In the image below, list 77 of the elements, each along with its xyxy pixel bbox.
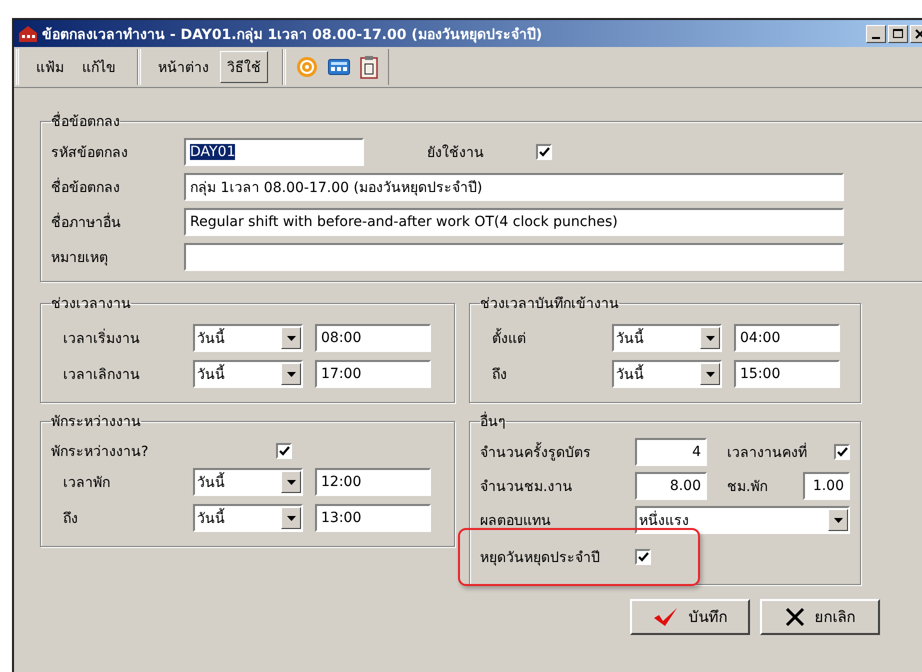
time-field[interactable]: 13:00: [315, 504, 431, 532]
dropdown-arrow-button[interactable]: [828, 509, 848, 531]
checkbox[interactable]: [536, 144, 552, 160]
text-field[interactable]: Regular shift with before-and-after work OT(4 clock punches): [184, 208, 844, 236]
time-field[interactable]: 15:00: [734, 360, 840, 388]
dropdown[interactable]: วันนี้: [193, 360, 303, 388]
text-field[interactable]: กลุ่ม 1เวลา 08.00-17.00 (มองวันหยุดประจำปี): [184, 173, 844, 201]
calculator-icon[interactable]: [328, 59, 350, 75]
field-label: เวลาเลิกงาน: [62, 366, 141, 385]
field-label: เวลาเริ่มงาน: [51, 327, 181, 349]
field-label: ชื่อข้อตกลง: [51, 176, 184, 198]
dropdown[interactable]: วันนี้: [193, 468, 303, 496]
dropdown-arrow-button[interactable]: [281, 507, 301, 529]
time-field[interactable]: 04:00: [734, 324, 840, 352]
field-label: หมายเหตุ: [51, 249, 109, 268]
group-title: พักระหว่างงาน: [51, 413, 141, 432]
caret-icon: [286, 372, 296, 376]
maximize-button[interactable]: [888, 24, 908, 42]
dropdown[interactable]: หนึ่งแรง: [635, 506, 850, 534]
dropdown-arrow-button[interactable]: [700, 327, 720, 349]
menu-item[interactable]: หน้าต่าง: [151, 51, 216, 83]
field-label: จำนวนชม.งาน: [480, 478, 574, 497]
group-title: ช่วงเวลาบันทึกเข้างาน: [480, 295, 619, 314]
dropdown[interactable]: วันนี้: [193, 324, 303, 352]
checkbox-label: หยุดวันหยุดประจำปี: [480, 549, 601, 568]
text-field[interactable]: [184, 243, 844, 271]
code-field[interactable]: DAY01: [184, 138, 364, 166]
checkbox-label: ยังใช้งาน: [427, 144, 485, 163]
minimize-icon: [872, 36, 880, 38]
menu-item[interactable]: แก้ไข: [75, 51, 123, 83]
number-field[interactable]: 4: [635, 438, 707, 466]
time-field[interactable]: 17:00: [315, 360, 431, 388]
checkbox[interactable]: [635, 549, 651, 565]
field-label: ชื่อภาษาอื่น: [51, 211, 184, 233]
group-title: ช่วงเวลางาน: [51, 295, 131, 314]
dropdown[interactable]: วันนี้: [193, 504, 303, 532]
caret-icon: [706, 372, 714, 376]
caret-icon: [286, 336, 296, 340]
checkbox[interactable]: [834, 444, 850, 460]
window-title: ข้อตกลงเวลาทำงาน - DAY01.กลุ่ม 1เวลา 08.00-17.00 (มองวันหยุดประจำปี): [42, 26, 544, 44]
checkmark-icon: [652, 607, 678, 627]
dropdown[interactable]: วันนี้: [612, 324, 722, 352]
dropdown[interactable]: วันนี้: [612, 360, 722, 388]
field-label: ชม.พัก: [727, 478, 768, 497]
caret-icon: [834, 518, 842, 522]
dropdown-arrow-button[interactable]: [281, 327, 301, 349]
minimize-button[interactable]: [866, 24, 886, 42]
group-title: อื่นๆ: [480, 410, 506, 432]
dropdown-arrow-button[interactable]: [700, 363, 720, 385]
number-field[interactable]: 1.00: [803, 472, 850, 500]
cancel-button[interactable]: ยกเลิก: [760, 599, 880, 635]
caret-icon: [706, 336, 714, 340]
close-icon: [915, 28, 922, 38]
time-field[interactable]: 12:00: [315, 468, 431, 496]
number-field[interactable]: 8.00: [635, 472, 707, 500]
field-label: ตั้งแต่: [480, 327, 600, 349]
field-label: ถึง: [491, 366, 508, 385]
field-label: ถึง: [62, 510, 79, 529]
field-label: จำนวนครั้งรูดบัตร: [480, 441, 635, 463]
group-title: ชื่อข้อตกลง: [51, 110, 120, 132]
close-icon: [784, 607, 804, 627]
dropdown-arrow-button[interactable]: [281, 471, 301, 493]
calendar-icon[interactable]: [360, 55, 378, 79]
field-label: รหัสข้อตกลง: [51, 144, 129, 163]
building-icon: [18, 24, 38, 42]
save-button[interactable]: บันทึก: [630, 599, 750, 635]
menu-item[interactable]: แฟ้ม: [29, 51, 71, 83]
caret-icon: [286, 480, 296, 484]
checkbox-label: พักระหว่างงาน?: [51, 443, 150, 462]
maximize-icon: [893, 28, 903, 38]
menu-item[interactable]: วิธีใช้: [220, 51, 268, 83]
field-label: เวลาพัก: [62, 474, 111, 493]
field-label: ผลตอบแทน: [480, 512, 552, 531]
caret-icon: [286, 516, 296, 520]
dropdown-arrow-button[interactable]: [281, 363, 301, 385]
time-field[interactable]: 08:00: [315, 324, 431, 352]
checkbox[interactable]: [276, 443, 292, 459]
